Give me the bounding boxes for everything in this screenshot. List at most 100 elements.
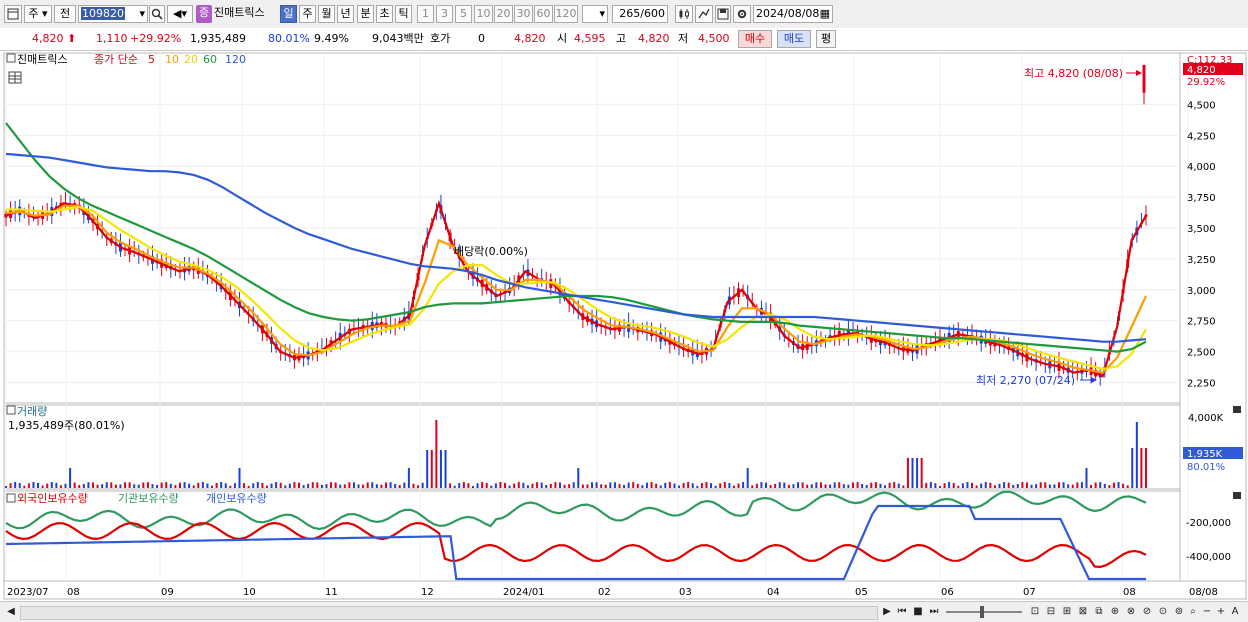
chart-tool-icon-7[interactable]: ⊗ <box>1124 605 1138 619</box>
foreign-holding-label: 외국인보유수량 <box>17 492 88 505</box>
data-count-input[interactable]: 265/600 <box>612 5 668 23</box>
interval-20-label: 20 <box>496 7 511 20</box>
scroll-bar[interactable]: ◀ ▶ ⏮ ■ ⏭ ⊡ ⊟ ⊞ ⊠ ⧉ ⊕ ⊗ ⊘ ⊙ ⊚ ⌕ − + A <box>0 601 1248 622</box>
date-input[interactable]: 2024/08/08 ▦ <box>753 5 833 23</box>
interval-120[interactable]: 120 <box>554 5 578 23</box>
volume-bar <box>59 485 62 488</box>
speaker-icon[interactable]: ◀▾ <box>167 5 193 23</box>
sell-button[interactable]: 매도 <box>777 30 811 48</box>
volume-pct-tag: 80.01% <box>1187 462 1225 473</box>
holding-panel-close-icon[interactable] <box>1233 492 1241 499</box>
chart-tool-icon-8[interactable]: ⊘ <box>1140 605 1154 619</box>
chart-area[interactable]: 4,500 4,250 4,000 3,750 3,500 3,250 3,000 2,750… <box>0 51 1248 601</box>
buy-button[interactable]: 매수 <box>738 30 772 48</box>
chart-tool-icon-9[interactable]: ⊙ <box>1156 605 1170 619</box>
chart-tool-icon-1[interactable]: ⊡ <box>1028 605 1042 619</box>
volume-bar <box>1007 482 1010 488</box>
period-year[interactable]: 년 <box>337 5 354 23</box>
zoom-in-icon[interactable]: + <box>1214 605 1228 619</box>
volume-bar <box>87 482 90 488</box>
period-month[interactable]: 월 <box>318 5 335 23</box>
x-axis-tick: 2024/01 <box>503 587 545 598</box>
x-axis-tick: 03 <box>679 587 692 598</box>
volume-bar <box>462 482 465 488</box>
interval-10[interactable]: 10 <box>474 5 493 23</box>
font-size-icon[interactable]: A <box>1228 605 1242 619</box>
calendar-icon[interactable]: ▦ <box>820 6 830 22</box>
stop-icon[interactable]: ■ <box>911 605 925 619</box>
candle-type-icon[interactable] <box>675 5 693 23</box>
volume-bar <box>252 483 255 488</box>
interval-60[interactable]: 60 <box>534 5 553 23</box>
interval-30[interactable]: 30 <box>514 5 533 23</box>
ma5-label: 5 <box>148 53 155 66</box>
volume-bar <box>23 485 26 488</box>
scroll-track[interactable] <box>20 606 878 620</box>
institution-holding-label: 기관보유수량 <box>118 492 179 505</box>
volume-bar <box>765 482 767 488</box>
zoom-search-icon[interactable]: ⌕ <box>1186 605 1200 619</box>
volume-bar <box>1094 482 1097 488</box>
interval-3-label: 3 <box>441 7 448 20</box>
interval-5[interactable]: 5 <box>455 5 472 23</box>
chart-menu-icon[interactable] <box>4 5 22 23</box>
volume-bar <box>137 484 140 488</box>
ma120-label: 120 <box>225 53 246 66</box>
volume-bar <box>884 485 887 488</box>
zoom-slider[interactable] <box>946 611 1022 613</box>
volume-bar <box>256 482 259 488</box>
volume-bar <box>778 482 781 488</box>
price-axis-tick: 4,000 <box>1187 162 1216 173</box>
fast-forward-icon[interactable]: ⏭ <box>927 605 941 619</box>
volume-bar <box>82 483 85 488</box>
period-minute[interactable]: 분 <box>357 5 374 23</box>
period-tick[interactable]: 틱 <box>395 5 412 23</box>
chart-tool-icon-10[interactable]: ⊚ <box>1172 605 1186 619</box>
volume-bar <box>288 483 291 488</box>
volume-bar <box>5 486 7 488</box>
volume-bar <box>558 482 561 488</box>
chart-tool-icon-5[interactable]: ⧉ <box>1092 605 1106 619</box>
save-icon[interactable] <box>715 5 731 23</box>
market-select[interactable]: 주 ▾ <box>24 5 52 23</box>
custom-interval-input[interactable]: ▾ <box>582 5 608 23</box>
chart-tool-icon-3[interactable]: ⊞ <box>1060 605 1074 619</box>
draw-line-icon[interactable] <box>695 5 713 23</box>
x-axis-tick: 04 <box>767 587 780 598</box>
stock-code-input[interactable]: 109820 ▾ <box>78 5 148 23</box>
scroll-right-icon[interactable]: ▶ <box>880 605 894 619</box>
period-tick-label: 틱 <box>398 7 409 20</box>
volume-bar <box>783 482 786 488</box>
chart-tool-icon-4[interactable]: ⊠ <box>1076 605 1090 619</box>
chart-tool-icon-2[interactable]: ⊟ <box>1044 605 1058 619</box>
volume-bar <box>37 482 40 488</box>
volume-bar <box>902 485 905 488</box>
search-icon[interactable] <box>149 5 165 23</box>
rewind-icon[interactable]: ⏮ <box>895 605 909 619</box>
zoom-slider-handle[interactable] <box>980 606 984 618</box>
volume-bar <box>714 485 717 488</box>
period-week[interactable]: 주 <box>299 5 316 23</box>
volume-bar <box>366 482 369 488</box>
settings-gear-icon[interactable] <box>733 5 751 23</box>
volume-bar <box>549 483 552 488</box>
volume-bar <box>1012 485 1015 488</box>
quote-bar: 4,820 ⬆ 1,110 +29.92% 1,935,489 80.01% 9… <box>0 28 1248 51</box>
interval-20[interactable]: 20 <box>494 5 513 23</box>
scroll-left-icon[interactable]: ◀ <box>4 605 18 619</box>
volume-panel-close-icon[interactable] <box>1233 406 1241 413</box>
interval-3[interactable]: 3 <box>436 5 453 23</box>
volume-bar <box>114 484 117 488</box>
eval-button[interactable]: 평 <box>816 30 836 48</box>
chart-tool-icon-6[interactable]: ⊕ <box>1108 605 1122 619</box>
period-second[interactable]: 초 <box>376 5 393 23</box>
volume-bar <box>398 485 401 488</box>
volume-bar <box>481 482 484 488</box>
prev-button[interactable]: 전 <box>54 5 76 23</box>
volume-bar <box>160 482 163 488</box>
zoom-out-icon[interactable]: − <box>1200 605 1214 619</box>
chart-canvas[interactable]: 4,500 4,250 4,000 3,750 3,500 3,250 3,000 2,750… <box>0 51 1248 601</box>
interval-1[interactable]: 1 <box>417 5 434 23</box>
high-annotation: 최고 4,820 (08/08) <box>1024 67 1123 80</box>
period-day[interactable]: 일 <box>280 5 297 23</box>
